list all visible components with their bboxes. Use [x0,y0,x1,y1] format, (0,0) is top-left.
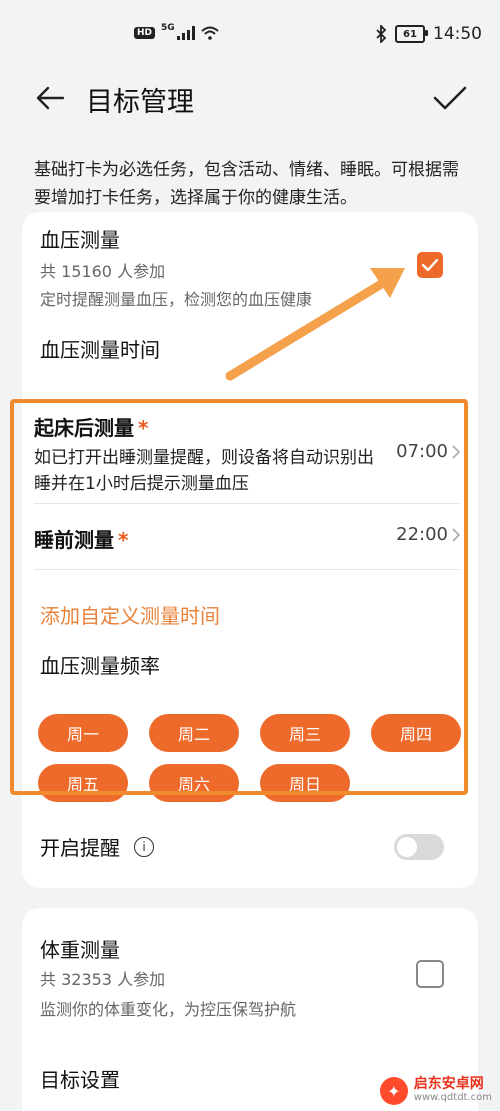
checkmark-icon [433,86,467,110]
reminder-row: 开启提醒 i [40,832,154,861]
bp-participants: 共 15160 人参加 [40,262,166,281]
watermark: ✦ 启东安卓网 www.qdtdt.com [379,1077,492,1105]
reminder-toggle[interactable] [394,834,444,860]
watermark-title: 启东安卓网 [413,1076,484,1092]
weight-checkbox[interactable] [416,960,444,988]
weight-participants: 共 32353 人参加 [40,970,166,989]
status-bar: HD 5G 61 14:50 [0,0,500,72]
weight-title: 体重测量 [40,938,120,962]
network-label: 5G [161,23,175,33]
battery-icon: 61 [395,25,428,43]
bp-checkbox[interactable] [417,252,443,278]
confirm-button[interactable] [430,78,470,118]
check-icon [422,259,438,271]
info-icon[interactable]: i [134,836,154,857]
clock: 14:50 [433,24,482,44]
highlight-frame [10,399,468,795]
app-header: 目标管理 [0,72,500,132]
status-right: 61 14:50 [375,24,482,44]
status-left: HD 5G [134,23,219,40]
reminder-label: 开启提醒 [40,836,120,860]
wifi-icon [201,26,219,40]
watermark-url: www.qdtdt.com [413,1092,492,1103]
weight-target-label[interactable]: 目标设置 [40,1064,120,1093]
bp-title: 血压测量 [40,228,120,252]
arrow-left-icon [36,86,65,110]
page-title: 目标管理 [86,87,194,118]
bp-time-section-label: 血压测量时间 [40,338,160,362]
weight-description: 监测你的体重变化，为控压保驾护航 [40,1000,297,1019]
watermark-logo: ✦ [379,1077,408,1105]
bp-description: 定时提醒测量血压，检测您的血压健康 [40,290,313,309]
signal-icon [176,26,195,40]
back-button[interactable] [30,78,70,118]
watermark-text: 启东安卓网 www.qdtdt.com [414,1077,492,1105]
intro-text: 基础打卡为必选任务，包含活动、情绪、睡眠。可根据需要增加打卡任务，选择属于你的健… [34,160,459,208]
hd-badge: HD [134,27,156,39]
battery-level: 61 [403,28,417,40]
bluetooth-icon [376,25,387,43]
